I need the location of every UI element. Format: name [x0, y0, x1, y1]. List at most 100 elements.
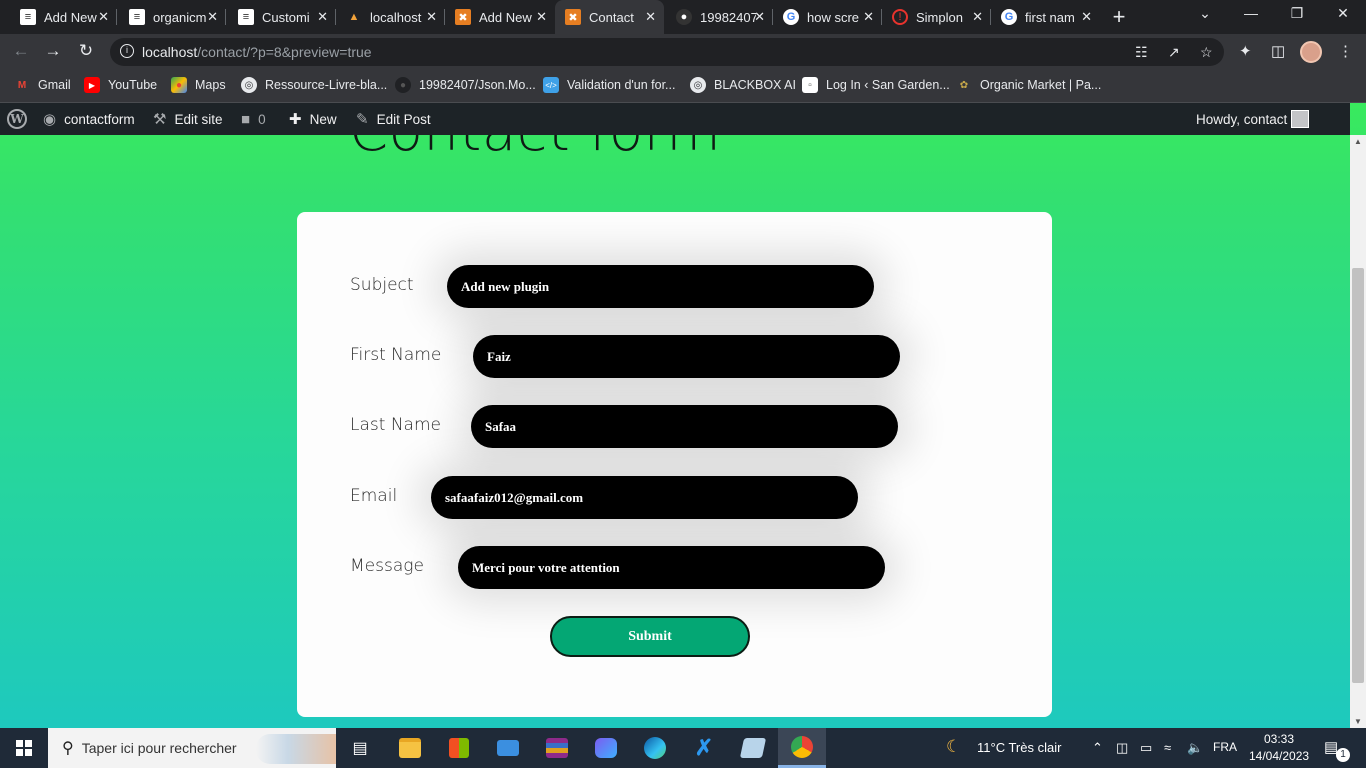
browser-tab[interactable]: G how scre ✕	[773, 0, 882, 34]
taskbar-notepad[interactable]	[729, 728, 777, 768]
close-window-icon[interactable]: ✕	[1333, 5, 1353, 22]
close-icon[interactable]: ✕	[1081, 9, 1092, 25]
bookmark-star-icon[interactable]: ☆	[1200, 44, 1213, 61]
page-scrollbar[interactable]: ▲ ▼	[1350, 135, 1366, 728]
subject-input[interactable]: Add new plugin	[447, 265, 874, 308]
bookmark-label: Organic Market | Pa...	[980, 78, 1102, 92]
side-panel-icon[interactable]: ◫	[1271, 42, 1285, 60]
page-icon: ▫	[802, 77, 818, 93]
site-info-icon[interactable]: i	[120, 44, 134, 58]
close-icon[interactable]: ✕	[863, 9, 874, 25]
bookmark-sangarden[interactable]: ▫ Log In ‹ San Garden...	[802, 77, 950, 93]
extensions-icon[interactable]: ✦	[1239, 42, 1252, 60]
browser-tab[interactable]: G first nam ✕	[991, 0, 1100, 34]
close-icon[interactable]: ✕	[98, 9, 109, 25]
wifi-icon[interactable]: ≈	[1164, 740, 1171, 755]
browser-tab[interactable]: ≡ Customi ✕	[226, 0, 336, 34]
github-icon: ●	[395, 77, 411, 93]
taskbar-file-explorer[interactable]	[386, 728, 434, 768]
bookmark-blackbox[interactable]: ◎ BLACKBOX AI	[690, 77, 796, 93]
tab-title: Contact	[589, 9, 634, 25]
browser-tab[interactable]: ▲ localhost ✕	[336, 0, 445, 34]
browser-toolbar: ← → ↻ i localhost/contact/?p=8&preview=t…	[0, 34, 1366, 70]
battery-icon[interactable]: ▭	[1140, 740, 1152, 756]
taskbar-app-polygon[interactable]	[582, 728, 630, 768]
menu-kebab-icon[interactable]: ⋮	[1338, 42, 1353, 60]
restore-icon[interactable]: ❐	[1287, 5, 1307, 22]
bookmark-github[interactable]: ● 19982407/Json.Mo...	[395, 77, 536, 93]
weather-moon-icon[interactable]: ☾	[946, 737, 961, 757]
clock-time[interactable]: 03:33	[1264, 732, 1294, 746]
close-icon[interactable]: ✕	[317, 9, 328, 25]
language-indicator[interactable]: FRA	[1213, 740, 1237, 754]
first-name-input[interactable]: Faiz	[473, 335, 900, 378]
taskbar-store[interactable]	[435, 728, 483, 768]
bookmark-gmail[interactable]: M Gmail	[14, 77, 71, 93]
bookmark-label: Gmail	[38, 78, 71, 92]
comment-icon: ■	[241, 110, 251, 128]
new-tab-button[interactable]: +	[1108, 4, 1130, 30]
bookmark-youtube[interactable]: ▶ YouTube	[84, 77, 157, 93]
address-bar[interactable]: i localhost/contact/?p=8&preview=true ☷ …	[110, 38, 1224, 66]
scroll-up-icon[interactable]: ▲	[1350, 137, 1366, 146]
tab-search-icon[interactable]: ⌄	[1195, 5, 1215, 22]
last-name-input[interactable]: Safaa	[471, 405, 898, 448]
volume-icon[interactable]: 🔈	[1187, 740, 1203, 756]
close-icon[interactable]: ✕	[645, 9, 656, 25]
bookmark-organic[interactable]: ✿ Organic Market | Pa...	[956, 77, 1102, 93]
weather-text[interactable]: 11°C Très clair	[977, 740, 1061, 755]
simplon-icon: !	[892, 9, 908, 25]
message-input[interactable]: Merci pour votre attention	[458, 546, 885, 589]
wordpress-logo-icon[interactable]: W	[7, 109, 27, 129]
taskbar-vscode[interactable]: ✗	[680, 728, 728, 768]
taskbar-mail[interactable]	[484, 728, 532, 768]
clock-date[interactable]: 14/04/2023	[1249, 749, 1309, 763]
tab-title: Simplon	[916, 9, 963, 25]
browser-tab[interactable]: ✖ Add New ✕	[445, 0, 555, 34]
share-icon[interactable]: ↗	[1168, 44, 1180, 61]
browser-tab[interactable]: ! Simplon ✕	[882, 0, 991, 34]
taskbar-winrar[interactable]	[533, 728, 581, 768]
url-text[interactable]: localhost/contact/?p=8&preview=true	[142, 44, 372, 60]
start-button[interactable]	[0, 728, 48, 768]
forward-icon[interactable]: →	[42, 41, 64, 61]
profile-avatar[interactable]	[1300, 41, 1322, 63]
email-input[interactable]: safaafaiz012@gmail.com	[431, 476, 858, 519]
browser-tab[interactable]: ≡ Add New ✕	[0, 0, 117, 34]
close-icon[interactable]: ✕	[536, 9, 547, 25]
scroll-down-icon[interactable]: ▼	[1350, 717, 1366, 726]
device-icon[interactable]: ◫	[1116, 740, 1128, 756]
chevron-up-icon[interactable]: ⌃	[1092, 740, 1103, 756]
google-icon: G	[783, 9, 799, 25]
dashboard-icon: ◉	[43, 111, 57, 128]
bookmark-validation[interactable]: </> Validation d'un for...	[543, 77, 675, 93]
close-icon[interactable]: ✕	[426, 9, 437, 25]
submit-button[interactable]: Submit	[550, 616, 750, 657]
scrollbar-thumb[interactable]	[1352, 268, 1364, 683]
taskbar-edge[interactable]	[631, 728, 679, 768]
adminbar-site[interactable]: ◉ contactform	[43, 103, 135, 135]
task-view-button[interactable]: ▤	[336, 728, 384, 768]
adminbar-account[interactable]: Howdy, contact	[1196, 103, 1287, 135]
adminbar-edit-site[interactable]: ⚒ Edit site	[153, 103, 222, 135]
reload-icon[interactable]: ↻	[75, 41, 97, 61]
back-icon[interactable]: ←	[10, 41, 32, 61]
close-icon[interactable]: ✕	[754, 9, 765, 25]
bookmark-ressource[interactable]: ◎ Ressource-Livre-bla...	[241, 77, 387, 93]
avatar[interactable]	[1291, 110, 1309, 128]
close-icon[interactable]: ✕	[972, 9, 983, 25]
wp-icon: ≡	[20, 9, 36, 25]
adminbar-new[interactable]: ✚ New	[289, 103, 337, 135]
browser-tab[interactable]: ● 19982407 ✕	[664, 0, 773, 34]
taskbar-search[interactable]: ⚲ Taper ici pour rechercher	[48, 728, 336, 768]
adminbar-comments[interactable]: ■ 0	[241, 103, 266, 135]
windows-taskbar: ⚲ Taper ici pour rechercher ▤ ✗ ☾ 11°C T…	[0, 728, 1366, 768]
close-icon[interactable]: ✕	[207, 9, 218, 25]
browser-tab-active[interactable]: ✖ Contact ✕	[555, 0, 664, 34]
minimize-icon[interactable]: —	[1241, 5, 1261, 21]
translate-icon[interactable]: ☷	[1135, 44, 1148, 61]
browser-tab[interactable]: ≡ organicm ✕	[117, 0, 226, 34]
adminbar-edit-post[interactable]: ✎ Edit Post	[356, 103, 431, 135]
bookmark-maps[interactable]: ● Maps	[171, 77, 226, 93]
taskbar-chrome[interactable]	[778, 728, 826, 768]
